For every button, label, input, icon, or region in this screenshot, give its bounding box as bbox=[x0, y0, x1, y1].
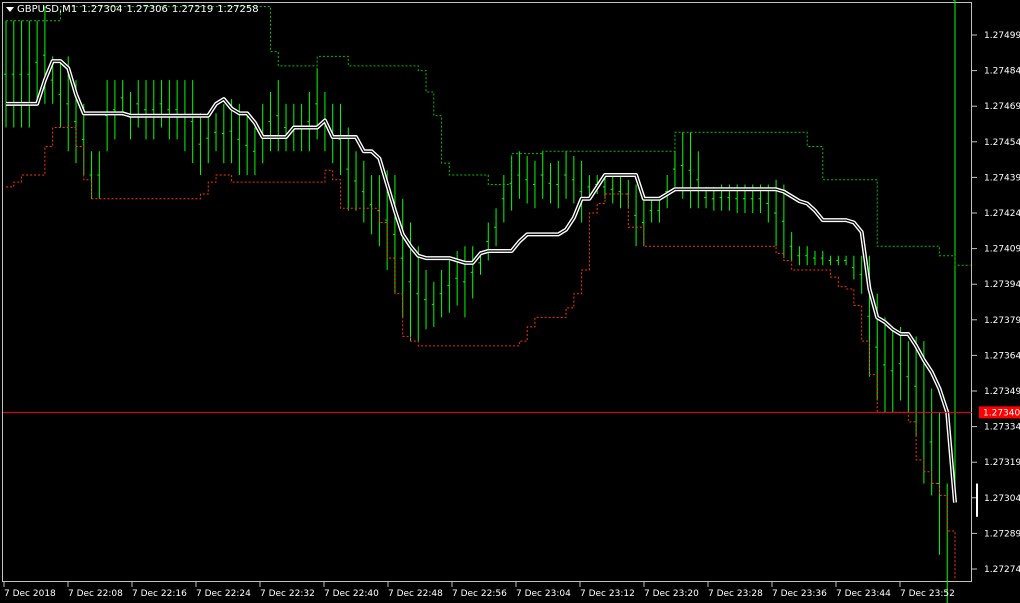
time-axis-label: 7 Dec 22:56 bbox=[452, 589, 507, 599]
lower-band-line bbox=[6, 127, 956, 579]
chart-header: GBPUSD,M1 1.27304 1.27306 1.27219 1.27258 bbox=[6, 4, 263, 16]
time-axis-label: 7 Dec 23:44 bbox=[836, 589, 891, 599]
time-axis-label: 7 Dec 23:12 bbox=[580, 589, 635, 599]
time-axis-label: 7 Dec 22:48 bbox=[388, 589, 443, 599]
price-axis-label: 1.27394 bbox=[984, 280, 1020, 290]
time-axis-label: 7 Dec 23:28 bbox=[708, 589, 763, 599]
price-axis-label: 1.27379 bbox=[984, 316, 1020, 326]
price-axis-label: 1.27289 bbox=[984, 529, 1020, 539]
price-axis-label: 1.27304 bbox=[984, 494, 1020, 504]
time-axis-label: 7 Dec 23:20 bbox=[644, 589, 699, 599]
time-axis-label: 7 Dec 22:24 bbox=[196, 589, 251, 599]
price-axis-label: 1.27274 bbox=[984, 565, 1020, 575]
open-price: 1.27304 bbox=[81, 4, 123, 15]
symbol-label: GBPUSD,M1 bbox=[17, 4, 78, 15]
low-price: 1.27219 bbox=[171, 4, 214, 15]
chart-window[interactable]: 1.27499 1.27484 1.27469 1.27454 1.27439 1.274… bbox=[0, 0, 1020, 603]
price-axis-label: 1.27484 bbox=[984, 67, 1020, 77]
time-axis-label: 7 Dec 23:52 bbox=[900, 589, 955, 599]
price-axis-label: 1.27439 bbox=[984, 173, 1020, 183]
midline-outer bbox=[6, 59, 957, 503]
time-axis-label: 7 Dec 2018 bbox=[4, 589, 56, 599]
price-axis-label: 1.27409 bbox=[984, 245, 1020, 255]
price-axis-label: 1.27499 bbox=[984, 31, 1020, 41]
price-axis-label: 1.27319 bbox=[984, 458, 1020, 468]
price-axis-label: 1.27424 bbox=[984, 209, 1020, 219]
price-axis-label: 1.27364 bbox=[984, 351, 1020, 361]
time-axis-label: 7 Dec 22:08 bbox=[68, 589, 123, 599]
price-axis-label: 1.27469 bbox=[984, 102, 1020, 112]
time-axis-label: 7 Dec 23:36 bbox=[772, 589, 827, 599]
midline-inner bbox=[6, 60, 956, 503]
current-price-tag-label: 1.27340 bbox=[983, 408, 1020, 418]
time-axis-label: 7 Dec 23:04 bbox=[516, 589, 571, 599]
time-axis-label: 7 Dec 22:32 bbox=[260, 589, 315, 599]
high-price: 1.27306 bbox=[126, 4, 168, 15]
price-chart[interactable]: 1.27499 1.27484 1.27469 1.27454 1.27439 1.274… bbox=[0, 0, 1020, 603]
close-price: 1.27258 bbox=[217, 4, 259, 15]
price-axis-label: 1.27349 bbox=[984, 387, 1020, 397]
time-axis-label: 7 Dec 22:40 bbox=[324, 589, 379, 599]
time-axis-label: 7 Dec 22:16 bbox=[132, 589, 187, 599]
chevron-down-icon[interactable] bbox=[6, 6, 14, 12]
price-axis-label: 1.27334 bbox=[984, 423, 1020, 433]
price-axis-label: 1.27454 bbox=[984, 138, 1020, 148]
